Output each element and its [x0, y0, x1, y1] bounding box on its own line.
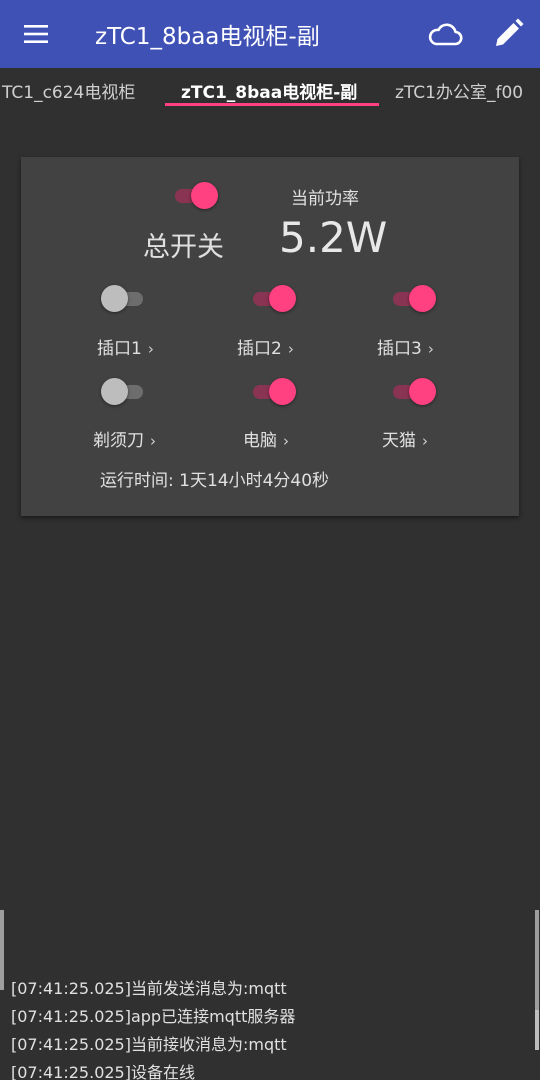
device-card: 当前功率 总开关 5.2W 插口1 › 插口2 › 插口3 › 剃须刀 › 电脑 › — [21, 157, 519, 516]
socket-5-switch[interactable] — [249, 377, 297, 407]
socket-2-link[interactable]: 插口2 › — [237, 334, 294, 359]
switch-thumb — [191, 182, 218, 209]
active-tab-indicator — [165, 103, 379, 106]
log-panel[interactable]: [07:41:25.025]当前发送消息为:mqtt [07:41:25.025… — [0, 910, 540, 1080]
tab-ztc1-office[interactable]: zTC1办公室_f00 — [395, 78, 523, 103]
chevron-right-icon: › — [150, 432, 156, 450]
page-title: zTC1_8baa电视柜-副 — [95, 24, 320, 50]
switch-thumb — [101, 285, 128, 312]
tab-ztc1-8baa[interactable]: zTC1_8baa电视柜-副 — [181, 78, 357, 103]
power-value: 5.2W — [279, 213, 388, 262]
chevron-right-icon: › — [422, 432, 428, 450]
log-line: [07:41:25.025]当前发送消息为:mqtt — [11, 979, 287, 998]
socket-4-switch[interactable] — [101, 377, 149, 407]
chevron-right-icon: › — [283, 432, 289, 450]
socket-1-label: 插口1 — [97, 339, 142, 359]
log-line: [07:41:25.025]app已连接mqtt服务器 — [11, 1007, 296, 1026]
switch-thumb — [269, 285, 296, 312]
socket-3-label: 插口3 — [377, 339, 422, 359]
power-label: 当前功率 — [291, 189, 359, 209]
socket-6-switch[interactable] — [389, 377, 437, 407]
chevron-right-icon: › — [287, 340, 294, 358]
socket-6-link[interactable]: 天猫 › — [382, 426, 428, 451]
cloud-icon[interactable] — [426, 18, 464, 50]
socket-4-label: 剃须刀 — [93, 431, 144, 451]
runtime-text: 运行时间: 1天14小时4分40秒 — [100, 471, 330, 491]
switch-thumb — [269, 378, 296, 405]
chevron-right-icon: › — [427, 340, 434, 358]
menu-icon[interactable] — [20, 19, 54, 49]
switch-thumb — [101, 378, 128, 405]
socket-5-link[interactable]: 电脑 › — [243, 426, 289, 451]
socket-1-link[interactable]: 插口1 › — [97, 334, 154, 359]
master-switch[interactable] — [171, 181, 219, 211]
socket-2-label: 插口2 — [237, 339, 282, 359]
socket-3-link[interactable]: 插口3 › — [377, 334, 434, 359]
switch-thumb — [409, 285, 436, 312]
chevron-right-icon: › — [147, 340, 154, 358]
switch-thumb — [409, 378, 436, 405]
socket-2-switch[interactable] — [249, 284, 297, 314]
log-line: [07:41:25.025]设备在线 — [11, 1063, 195, 1080]
master-switch-label: 总开关 — [143, 232, 224, 263]
device-tabs: TC1_c624电视柜 zTC1_8baa电视柜-副 zTC1办公室_f00 — [0, 68, 540, 112]
socket-5-label: 电脑 — [243, 431, 277, 451]
socket-3-switch[interactable] — [389, 284, 437, 314]
tab-tc1-c624[interactable]: TC1_c624电视柜 — [2, 78, 135, 103]
socket-4-link[interactable]: 剃须刀 › — [93, 426, 156, 451]
app-bar: zTC1_8baa电视柜-副 — [0, 0, 540, 68]
socket-6-label: 天猫 — [382, 431, 416, 451]
socket-1-switch[interactable] — [101, 284, 149, 314]
log-line: [07:41:25.025]当前接收消息为:mqtt — [11, 1035, 287, 1054]
edit-icon[interactable] — [490, 16, 526, 52]
